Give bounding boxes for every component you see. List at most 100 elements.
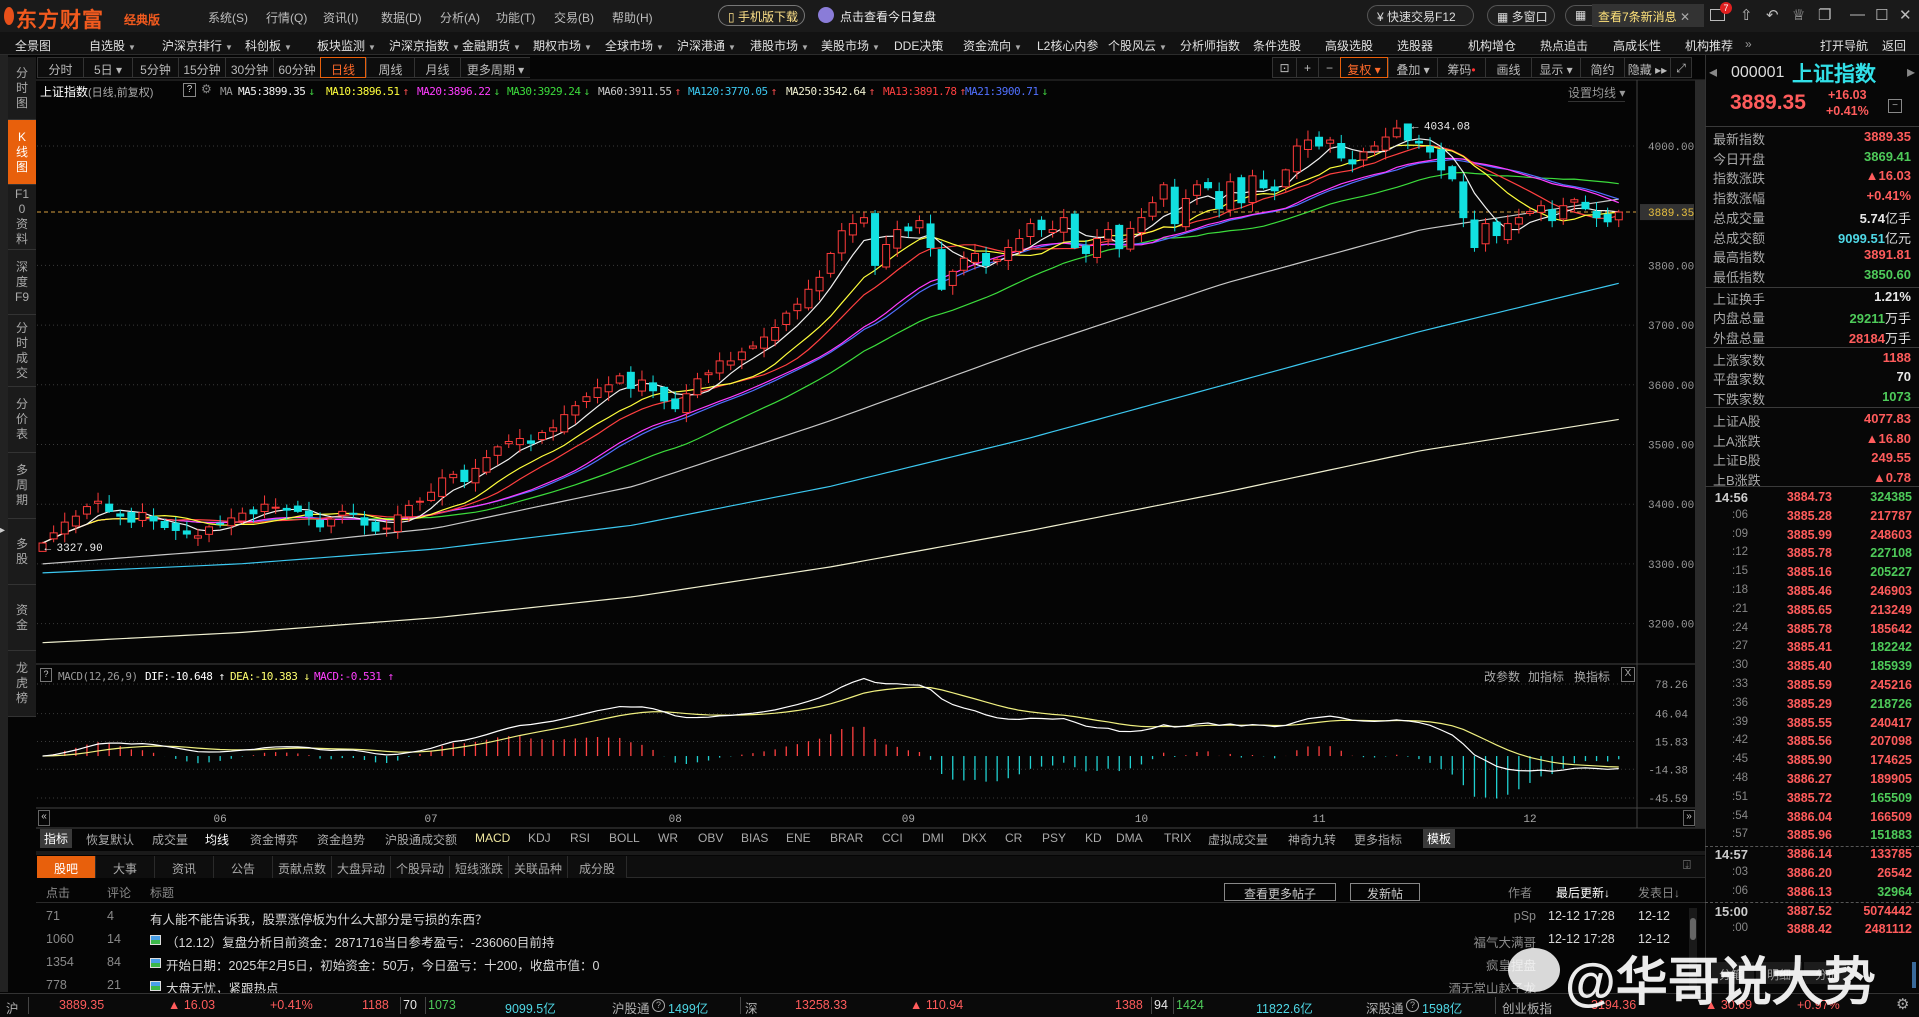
- bottom-tab[interactable]: 个股异动: [391, 856, 450, 878]
- maximize-icon[interactable]: ☐: [1875, 6, 1888, 24]
- indicator-tab[interactable]: WR: [658, 831, 678, 845]
- nav-item[interactable]: 条件选股: [1253, 37, 1301, 54]
- close-indicator-button[interactable]: X: [1621, 667, 1635, 682]
- post-title[interactable]: （12.12）复盘分析目前资金：2871716当日参考盈亏：-236060目前持: [166, 932, 554, 951]
- nav-item[interactable]: 全景图: [15, 37, 51, 54]
- scroll-right-button[interactable]: »: [1683, 810, 1695, 826]
- nav-item[interactable]: 金融期货 ▼: [462, 37, 521, 54]
- nav-item[interactable]: 机构推荐: [1685, 37, 1733, 54]
- window-close-icon[interactable]: ✕: [1899, 6, 1912, 24]
- menu-item[interactable]: 行情(Q): [266, 9, 307, 26]
- switch-indicator-button[interactable]: 换指标: [1574, 668, 1610, 685]
- nav-item[interactable]: 分析师指数: [1180, 37, 1240, 54]
- daily-review-link[interactable]: 点击查看今日复盘: [840, 8, 936, 25]
- nav-item[interactable]: 沪深京指数 ▼: [389, 37, 460, 54]
- indicator-tab[interactable]: 沪股通成交额: [385, 831, 457, 848]
- nav-item[interactable]: 热点追击: [1540, 37, 1588, 54]
- menu-item[interactable]: 资讯(I): [323, 9, 358, 26]
- mobile-download-button[interactable]: ▯ 手机版下载: [718, 5, 805, 26]
- zoom-in-button[interactable]: +: [1296, 57, 1318, 78]
- quick-trade-button[interactable]: ¥ 快速交易F12: [1367, 5, 1474, 26]
- indicator-tab[interactable]: DMI: [922, 831, 944, 845]
- nav-item[interactable]: 港股市场 ▼: [750, 37, 809, 54]
- indicator-tab[interactable]: 虚拟成交量: [1208, 831, 1268, 848]
- nav-item[interactable]: 期权市场 ▼: [533, 37, 592, 54]
- indicator-tab[interactable]: 指标: [40, 829, 73, 848]
- indicator-tab[interactable]: ENE: [786, 831, 811, 845]
- post-title[interactable]: 开始日期：2025年2月5日，初始资金：50万，今日盈亏：十200，收盘市值：0: [166, 955, 599, 974]
- collapse-left-icon[interactable]: ▸: [0, 525, 5, 536]
- indicator-tab[interactable]: TRIX: [1164, 831, 1191, 845]
- updated-header[interactable]: 最后更新↓: [1556, 884, 1610, 901]
- minimize-icon[interactable]: —: [1850, 6, 1865, 23]
- indicator-tab[interactable]: 资金博弈: [250, 831, 298, 848]
- close-icon[interactable]: ✕: [1677, 10, 1690, 24]
- restore-icon[interactable]: ❐: [1818, 6, 1831, 24]
- set-ma-dropdown[interactable]: 设置均线 ▾: [1568, 84, 1626, 102]
- period-tab[interactable]: 分时: [37, 57, 83, 78]
- post-row[interactable]: 71 4 有人能不能告诉我，股票涨停板为什么大部分是亏损的东西？ pSp 12-12 1…: [36, 906, 1686, 928]
- nav-item[interactable]: 科创板 ▼: [245, 37, 292, 54]
- lock-icon[interactable]: ⊡: [1272, 57, 1296, 78]
- indicator-tab[interactable]: PSY: [1042, 831, 1066, 845]
- gear-icon[interactable]: ⚙: [201, 82, 212, 96]
- nav-item[interactable]: 高成长性: [1613, 37, 1661, 54]
- bottom-tab[interactable]: 股吧: [37, 856, 96, 878]
- nav-item[interactable]: 机构增仓: [1468, 37, 1516, 54]
- macd-help-button[interactable]: ?: [40, 668, 52, 682]
- nav-item[interactable]: 资金流向 ▼: [963, 37, 1022, 54]
- nav-item[interactable]: 个股风云 ▼: [1108, 37, 1167, 54]
- tick-scrollbar[interactable]: [1912, 962, 1916, 988]
- date-header[interactable]: 发表日↓: [1638, 884, 1680, 901]
- nav-item[interactable]: 美股市场 ▼: [821, 37, 880, 54]
- nav-item[interactable]: 沪深京排行 ▼: [162, 37, 233, 54]
- indicator-tab[interactable]: 更多指标: [1354, 831, 1402, 848]
- indicator-tab[interactable]: KD: [1085, 831, 1102, 845]
- fullscreen-icon[interactable]: ⤢: [1670, 57, 1692, 78]
- indicator-tab[interactable]: DMA: [1116, 831, 1143, 845]
- settings-gear-icon[interactable]: ⚙: [1896, 995, 1909, 1013]
- period-tab[interactable]: 更多周期 ▾: [460, 57, 530, 78]
- indicator-tab[interactable]: BIAS: [741, 831, 768, 845]
- scroll-left-button[interactable]: «: [38, 810, 50, 826]
- bottom-tab[interactable]: 资讯: [155, 856, 214, 878]
- indicator-tab[interactable]: CCI: [882, 831, 903, 845]
- chart-tool-button[interactable]: 简约: [1580, 57, 1624, 78]
- indicator-tab[interactable]: OBV: [698, 831, 723, 845]
- more-posts-button[interactable]: 查看更多帖子: [1224, 883, 1336, 901]
- menu-item[interactable]: 数据(D): [381, 9, 422, 26]
- prev-stock-icon[interactable]: ◂: [1709, 62, 1717, 82]
- indicator-tab[interactable]: KDJ: [528, 831, 551, 845]
- menu-item[interactable]: 系统(S): [208, 9, 248, 26]
- qr-icon[interactable]: ▦: [1565, 5, 1595, 26]
- period-tab[interactable]: 5日 ▾: [83, 57, 132, 78]
- bottom-tab[interactable]: 公告: [214, 856, 273, 878]
- menu-item[interactable]: 功能(T): [496, 9, 535, 26]
- help-button[interactable]: ?: [183, 83, 196, 97]
- period-tab[interactable]: 15分钟: [178, 57, 225, 78]
- bottom-tab[interactable]: 成分股: [568, 856, 627, 878]
- bottom-tab[interactable]: 大事: [96, 856, 155, 878]
- bottom-tab[interactable]: 贡献点数: [273, 856, 332, 878]
- multi-window-button[interactable]: ▦ 多窗口: [1487, 5, 1555, 26]
- zoom-out-button[interactable]: −: [1318, 57, 1340, 78]
- menu-item[interactable]: 分析(A): [440, 9, 480, 26]
- dock-icon[interactable]: ⍗: [1683, 857, 1691, 873]
- period-tab[interactable]: 月线: [414, 57, 460, 78]
- nav-item[interactable]: 全球市场 ▼: [605, 37, 664, 54]
- nav-more-button[interactable]: »: [1745, 37, 1752, 51]
- nav-item[interactable]: 高级选股: [1325, 37, 1373, 54]
- edit-params-button[interactable]: 改参数: [1484, 668, 1520, 685]
- period-tab[interactable]: 5分钟: [132, 57, 178, 78]
- menu-item[interactable]: 帮助(H): [612, 9, 653, 26]
- menu-item[interactable]: 交易(B): [554, 9, 594, 26]
- nav-item[interactable]: 沪深港通 ▼: [677, 37, 736, 54]
- add-indicator-button[interactable]: 加指标: [1528, 668, 1564, 685]
- indicator-tab[interactable]: MACD: [475, 831, 510, 845]
- chart-tool-button[interactable]: 画线: [1485, 57, 1531, 78]
- next-stock-icon[interactable]: ▸: [1907, 62, 1915, 82]
- undo-icon[interactable]: ↶: [1766, 6, 1779, 24]
- up-arrow-icon[interactable]: ⇧: [1740, 6, 1753, 24]
- bottom-tab[interactable]: 大盘异动: [332, 856, 391, 878]
- nav-item[interactable]: 自选股 ▼: [89, 37, 136, 54]
